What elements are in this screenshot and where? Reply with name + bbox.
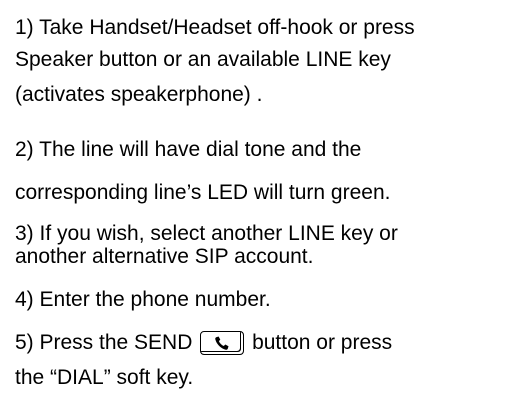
step-5-text-after: button or press <box>246 331 393 354</box>
step-5-line-1: 5) Press the SEND button or press <box>15 331 392 355</box>
step-1-line-2: Speaker button or an available LINE key <box>15 48 391 71</box>
instruction-page: 1) Take Handset/Headset off-hook or pres… <box>0 0 530 419</box>
step-1-line-3: (activates speakerphone) . <box>15 83 263 106</box>
step-3-line-1: 3) If you wish, select another LINE key … <box>15 222 398 245</box>
step-3-line-2: another alternative SIP account. <box>15 245 314 268</box>
send-key-image <box>200 331 245 355</box>
phone-handset-icon <box>215 336 229 350</box>
step-5-line-2: the “DIAL” soft key. <box>15 366 194 389</box>
step-1-line-1: 1) Take Handset/Headset off-hook or pres… <box>15 16 415 39</box>
step-5-text-before: 5) Press the SEND <box>15 331 199 354</box>
step-4-line: 4) Enter the phone number. <box>15 288 271 311</box>
step-2-line-1: 2) The line will have dial tone and the <box>15 138 362 161</box>
step-2-line-2: corresponding line’s LED will turn green… <box>15 181 391 204</box>
